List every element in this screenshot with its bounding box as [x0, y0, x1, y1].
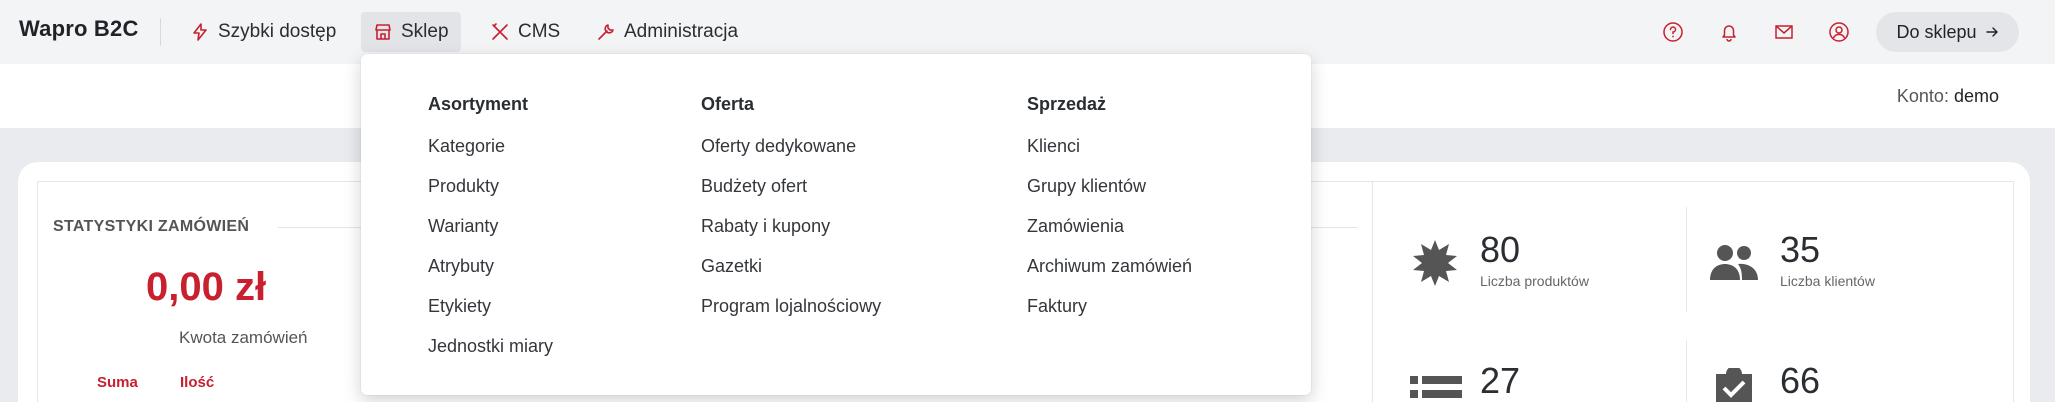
menu-item-grupy-klientow[interactable]: Grupy klientów — [1027, 176, 1192, 216]
menu-item-atrybuty[interactable]: Atrybuty — [428, 256, 553, 296]
bell-icon[interactable] — [1716, 19, 1742, 45]
nav-label: Szybki dostęp — [218, 21, 337, 42]
order-amount-label: Kwota zamówień — [179, 328, 308, 347]
order-amount: 0,00 zł — [146, 265, 267, 309]
menu-item-zamowienia[interactable]: Zamówienia — [1027, 216, 1192, 256]
menu-column-title: Sprzedaż — [1027, 94, 1107, 114]
products-label: Liczba produktów — [1480, 273, 1589, 289]
menu-item-etykiety[interactable]: Etykiety — [428, 296, 553, 336]
divider — [1686, 207, 1687, 312]
card-title: STATYSTYKI ZAMÓWIEŃ — [53, 218, 250, 235]
menu-column-title: Asortyment — [428, 94, 529, 114]
menu-item-klienci[interactable]: Klienci — [1027, 136, 1192, 176]
account-value: demo — [1953, 86, 1999, 106]
tab-ilosc[interactable]: Ilość — [180, 374, 214, 391]
menu-column-sprzedaz: Sprzedaż Klienci Grupy klientów Zamówien… — [1027, 94, 1192, 336]
nav-item-sklep[interactable]: Sklep — [361, 12, 461, 52]
arrow-right-icon — [1985, 27, 1998, 37]
menu-item-kategorie[interactable]: Kategorie — [428, 136, 553, 176]
menu-item-rabaty-i-kupony[interactable]: Rabaty i kupony — [701, 216, 881, 256]
help-icon[interactable] — [1660, 19, 1686, 45]
go-to-shop-button[interactable]: Do sklepu — [1876, 12, 2019, 52]
menu-item-budzety-ofert[interactable]: Budżety ofert — [701, 176, 881, 216]
clients-count: 35 — [1780, 229, 1821, 270]
tools-icon — [492, 23, 508, 40]
mail-icon[interactable] — [1771, 19, 1797, 45]
summary-card — [1372, 181, 2014, 402]
list-icon — [1410, 374, 1462, 402]
badge-icon — [1410, 238, 1460, 293]
account-info: Konto: demo — [1897, 86, 1999, 107]
user-icon[interactable] — [1826, 19, 1852, 45]
app-brand[interactable]: Wapro B2C — [19, 16, 139, 42]
wrench-icon — [598, 24, 614, 40]
store-icon — [375, 24, 391, 40]
nav-label: CMS — [518, 21, 561, 42]
menu-column-title: Oferta — [701, 94, 755, 114]
third-count: 27 — [1480, 360, 1521, 401]
nav-label: Administracja — [624, 21, 739, 42]
menu-item-produkty[interactable]: Produkty — [428, 176, 553, 216]
menu-item-archiwum-zamowien[interactable]: Archiwum zamówień — [1027, 256, 1192, 296]
menu-item-gazetki[interactable]: Gazetki — [701, 256, 881, 296]
nav-item-cms[interactable]: CMS — [478, 12, 572, 52]
sklep-dropdown-menu: Asortyment Kategorie Produkty Warianty A… — [361, 54, 1311, 395]
menu-item-warianty[interactable]: Warianty — [428, 216, 553, 256]
people-icon — [1708, 242, 1760, 287]
menu-column-asortyment: Asortyment Kategorie Produkty Warianty A… — [428, 94, 553, 376]
clients-label: Liczba klientów — [1780, 273, 1875, 289]
products-count: 80 — [1480, 229, 1521, 270]
clipboard-check-icon — [1712, 366, 1756, 402]
divider — [1686, 340, 1687, 402]
lightning-icon — [193, 23, 207, 41]
nav-item-administracja[interactable]: Administracja — [584, 12, 750, 52]
menu-item-program-lojalnosciowy[interactable]: Program lojalnościowy — [701, 296, 881, 336]
tab-suma[interactable]: Suma — [97, 374, 138, 391]
menu-column-oferta: Oferta Oferty dedykowane Budżety ofert R… — [701, 94, 881, 336]
menu-item-jednostki-miary[interactable]: Jednostki miary — [428, 336, 553, 376]
nav-item-szybki-dostep[interactable]: Szybki dostęp — [178, 12, 348, 52]
nav-label: Sklep — [401, 21, 449, 42]
account-label: Konto: — [1896, 86, 1949, 106]
divider — [160, 18, 161, 46]
shop-button-label: Do sklepu — [1896, 21, 1977, 42]
menu-item-faktury[interactable]: Faktury — [1027, 296, 1192, 336]
fourth-count: 66 — [1780, 360, 1821, 401]
menu-item-oferty-dedykowane[interactable]: Oferty dedykowane — [701, 136, 881, 176]
